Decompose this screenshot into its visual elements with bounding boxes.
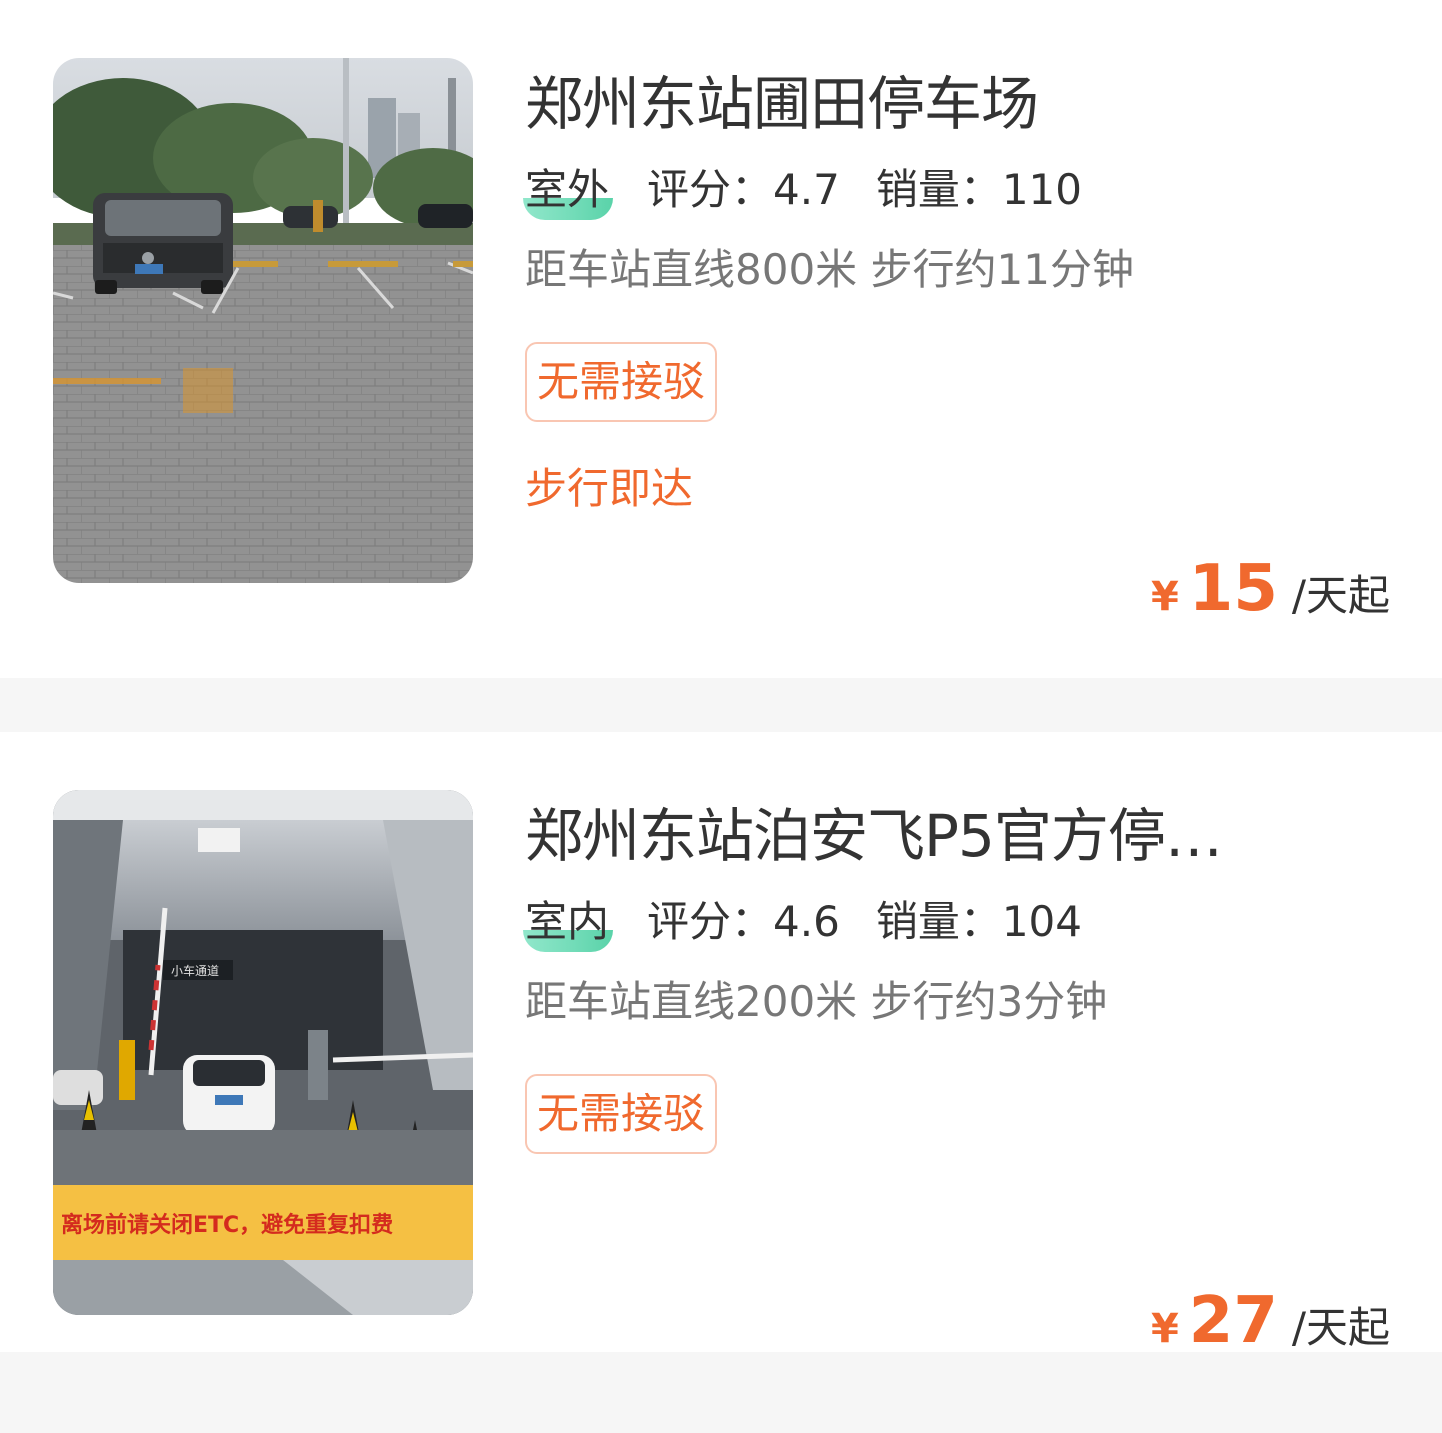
currency-symbol: ¥ xyxy=(1150,574,1179,620)
outdoor-lot-photo xyxy=(53,58,473,583)
price-amount: 27 xyxy=(1188,1284,1278,1358)
photo-banner-text: 离场前请关闭ETC，避免重复扣费 xyxy=(61,1212,393,1238)
parking-meta: 室外 评分：4.7 销量：110 xyxy=(523,158,1395,222)
parking-meta: 室内 评分：4.6 销量：104 xyxy=(523,890,1395,954)
price: ¥ 15 /天起 xyxy=(1151,552,1390,626)
parking-card[interactable]: 郑州东站圃田停车场 室外 评分：4.7 销量：110 距车站直线800米 步行约… xyxy=(0,0,1442,678)
parking-title[interactable]: 郑州东站圃田停车场 xyxy=(525,58,1255,150)
price: ¥ 27 /天起 xyxy=(1151,1284,1390,1358)
price-amount: 15 xyxy=(1188,552,1278,626)
parking-photo[interactable] xyxy=(53,58,473,583)
parking-info: 郑州东站圃田停车场 室外 评分：4.7 销量：110 距车站直线800米 步行约… xyxy=(523,58,1395,518)
walk-note: 步行即达 xyxy=(525,464,694,513)
sales-count: 销量：110 xyxy=(875,165,1082,214)
price-unit: /天起 xyxy=(1291,1303,1390,1352)
rating: 评分：4.7 xyxy=(647,165,840,214)
price-unit: /天起 xyxy=(1291,571,1390,620)
parking-title[interactable]: 郑州东站泊安飞P5官方停车场 xyxy=(525,790,1255,882)
parking-info: 郑州东站泊安飞P5官方停车场 室内 评分：4.6 销量：104 距车站直线200… xyxy=(523,790,1395,1154)
distance-info: 距车站直线800米 步行约11分钟 xyxy=(525,245,1134,294)
sales-count: 销量：104 xyxy=(875,897,1082,946)
list-bottom-spacer xyxy=(0,1352,1442,1433)
location-type-badge: 室内 xyxy=(523,890,614,954)
rating: 评分：4.6 xyxy=(647,897,840,946)
indoor-garage-photo: 小车通道 离场前请关闭ETC，避免重复扣费 xyxy=(53,790,473,1315)
shuttle-tag: 无需接驳 xyxy=(525,1074,718,1154)
distance-info: 距车站直线200米 步行约3分钟 xyxy=(525,977,1108,1026)
shuttle-tag: 无需接驳 xyxy=(525,342,718,422)
parking-photo[interactable]: 小车通道 离场前请关闭ETC，避免重复扣费 xyxy=(53,790,473,1315)
parking-list: 郑州东站圃田停车场 室外 评分：4.7 销量：110 距车站直线800米 步行约… xyxy=(0,0,1442,1433)
currency-symbol: ¥ xyxy=(1150,1306,1179,1352)
location-type-badge: 室外 xyxy=(523,158,614,222)
svg-text:小车通道: 小车通道 xyxy=(171,963,219,978)
parking-card[interactable]: 小车通道 离场前请关闭ETC，避免重复扣费 郑州东站泊安飞P5官方停车场 室内 … xyxy=(0,732,1442,1358)
